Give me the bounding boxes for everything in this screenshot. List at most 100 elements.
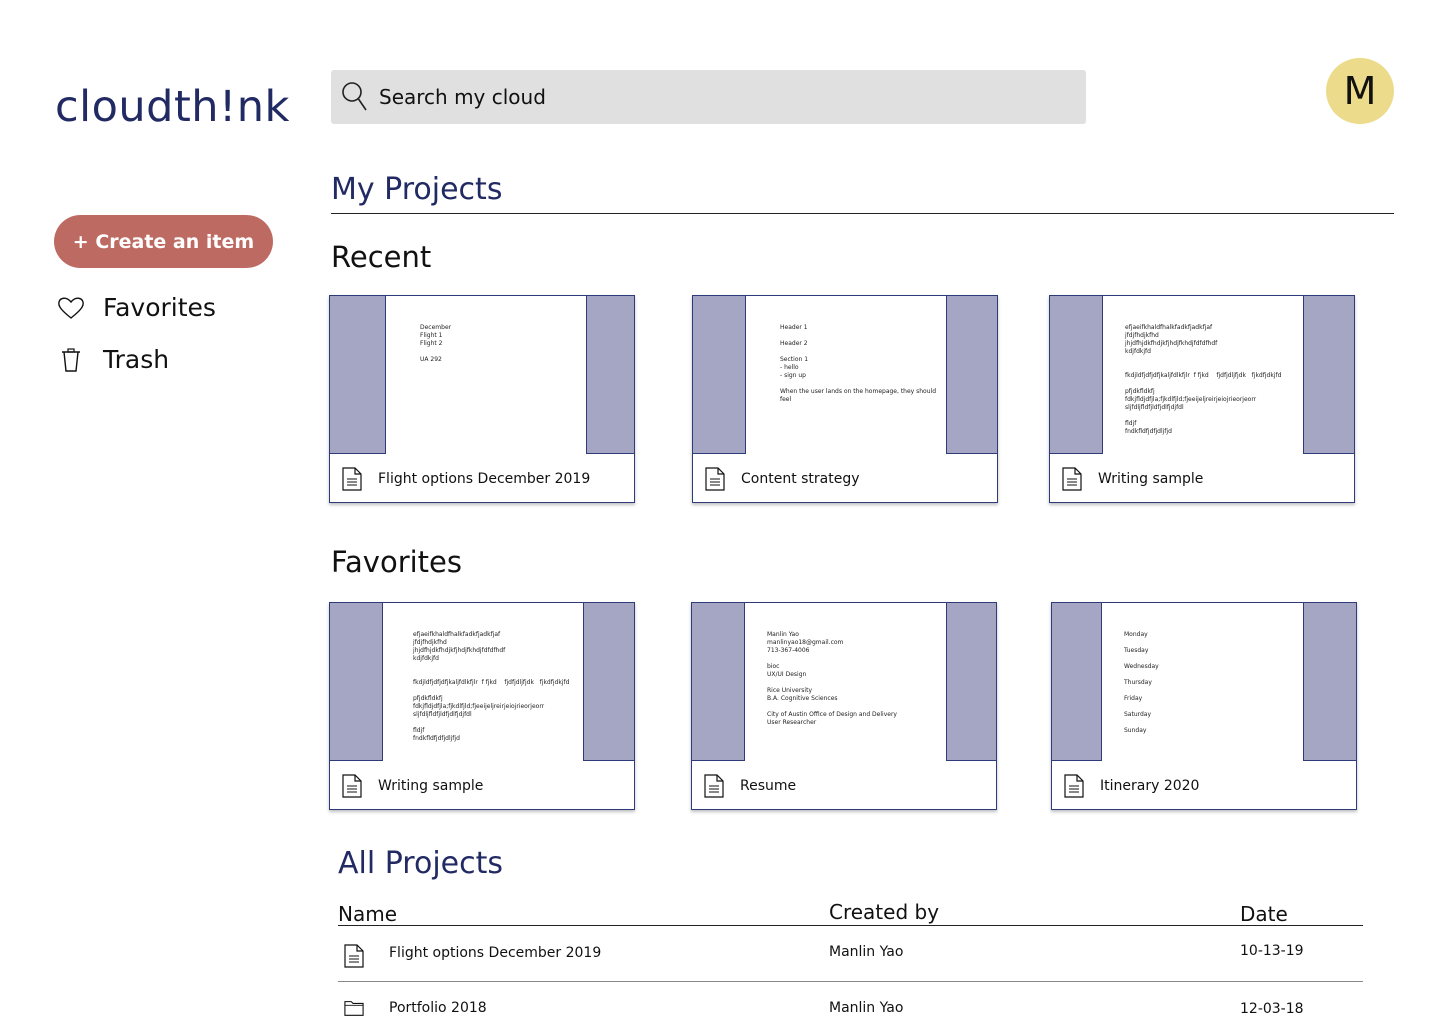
column-header-name[interactable]: Name <box>338 902 397 926</box>
preview-line <box>413 687 575 695</box>
preview-line <box>780 380 912 388</box>
preview-line <box>1124 687 1269 695</box>
sidebar-item-label: Favorites <box>103 293 216 322</box>
preview-line: UA 292 <box>420 356 442 363</box>
preview-line: fndkfldfjdfjdljfjd <box>413 735 460 742</box>
preview-line <box>1125 364 1293 372</box>
preview-line: jhjdfhjdkfhdjkfjhdjfkhdjfdfdfhdf <box>413 647 506 654</box>
card-label: Writing sample <box>330 761 634 810</box>
row-created-by: Manlin Yao <box>829 944 904 960</box>
favorites-heading: Favorites <box>331 545 462 579</box>
document-thumbnail: efjaeifkhaldfhalkfadkfjadkfjaf jfdjfhdjkf… <box>1050 296 1354 454</box>
preview-line: Tuesday <box>1124 647 1149 654</box>
search-icon <box>342 82 367 111</box>
preview-line: jfdjfhdjkfhd <box>1125 332 1159 339</box>
preview-line: Friday <box>1124 695 1143 702</box>
preview-line <box>413 663 575 671</box>
search-bar[interactable] <box>331 70 1086 124</box>
document-icon <box>705 466 725 491</box>
preview-line <box>767 655 912 663</box>
document-preview: Manlin Yao manlinyao18@gmail.com 713-367-4… <box>744 603 947 761</box>
preview-line: Thursday <box>1124 679 1152 686</box>
preview-line: Saturday <box>1124 711 1152 718</box>
row-name: Portfolio 2018 <box>389 1000 487 1016</box>
card-label: Flight options December 2019 <box>330 454 634 503</box>
row-created-by: Manlin Yao <box>829 1000 904 1016</box>
preview-line: December <box>420 324 452 331</box>
preview-line <box>767 679 912 687</box>
preview-line <box>420 348 552 356</box>
preview-line: Header 2 <box>780 340 808 347</box>
favorite-card[interactable]: efjaeifkhaldfhalkfadkfjadkfjaf jfdjfhdjkf… <box>329 602 635 810</box>
preview-line: When the user lands on the homepage, the… <box>780 388 936 395</box>
column-header-created-by[interactable]: Created by <box>829 900 939 924</box>
document-icon <box>342 773 362 798</box>
preview-line: Flight 2 <box>420 340 443 347</box>
document-preview: efjaeifkhaldfhalkfadkfjadkfjaf jfdjfhdjkf… <box>382 603 584 761</box>
create-item-button[interactable]: + Create an item <box>54 215 273 268</box>
sidebar-item-favorites[interactable]: Favorites <box>57 293 216 322</box>
document-icon <box>342 466 362 491</box>
document-icon <box>704 773 724 798</box>
preview-line: City of Austin Office of Design and Deli… <box>767 711 897 718</box>
preview-line: efjaeifkhaldfhalkfadkfjadkfjaf <box>413 631 501 638</box>
preview-line <box>1124 671 1269 679</box>
preview-line <box>1124 639 1269 647</box>
heart-icon <box>58 297 84 319</box>
card-title: Writing sample <box>378 777 484 794</box>
recent-card[interactable]: Header 1 Header 2 Section 1- hello - sign u… <box>692 295 998 503</box>
preview-line: jfdjfhdjkfhd <box>413 639 447 646</box>
preview-line: Manlin Yao <box>767 631 799 638</box>
sidebar-item-label: Trash <box>103 345 170 374</box>
card-title: Flight options December 2019 <box>378 470 591 487</box>
document-preview: Monday Tuesday Wednesday Thursday Friday Satu… <box>1101 603 1304 761</box>
recent-card[interactable]: December Flight 1 Flight 2 UA 292 Flight op… <box>329 295 635 503</box>
avatar[interactable]: M <box>1326 58 1394 124</box>
app-logo[interactable]: cloudth!nk <box>55 82 290 132</box>
all-projects-heading: All Projects <box>338 846 503 881</box>
preview-line: Monday <box>1124 631 1148 638</box>
preview-line: Rice University <box>767 687 812 694</box>
column-header-date[interactable]: Date <box>1240 902 1288 926</box>
row-divider <box>338 981 1363 982</box>
document-thumbnail: Manlin Yao manlinyao18@gmail.com 713-367-4… <box>692 603 996 761</box>
preview-line: pfjdkfldkfj <box>1125 388 1155 395</box>
preview-line: kdjfdkjfd <box>413 655 439 662</box>
divider <box>331 213 1394 214</box>
search-input[interactable] <box>379 85 1059 109</box>
folder-icon <box>344 1001 364 1016</box>
preview-line: pfjdkfldkfj <box>413 695 443 702</box>
card-label: Itinerary 2020 <box>1052 761 1356 810</box>
preview-line: User Researcher <box>767 719 817 726</box>
row-date: 12-03-18 <box>1240 1001 1304 1017</box>
preview-line <box>1125 412 1293 420</box>
sidebar-item-trash[interactable]: Trash <box>57 345 169 374</box>
recent-card[interactable]: efjaeifkhaldfhalkfadkfjadkfjaf jfdjfhdjkf… <box>1049 295 1355 503</box>
preview-line: jhjdfhjdkfhdjkfjhdjfkhdjfdfdfhdf <box>1125 340 1218 347</box>
document-icon <box>1064 773 1084 798</box>
preview-line <box>780 348 912 356</box>
document-thumbnail: Header 1 Header 2 Section 1- hello - sign u… <box>693 296 997 454</box>
document-thumbnail: efjaeifkhaldfhalkfadkfjadkfjaf jfdjfhdjkf… <box>330 603 634 761</box>
card-title: Content strategy <box>741 470 860 487</box>
document-icon <box>1062 466 1082 491</box>
preview-line: Header 1 <box>780 324 808 331</box>
document-thumbnail: Monday Tuesday Wednesday Thursday Friday Satu… <box>1052 603 1356 761</box>
preview-line: B.A. Cognitive Sciences <box>767 695 838 702</box>
preview-line: fkdjldfjdfjdfjkaljfdlkfjlr f fjkd fjdfjd… <box>1125 372 1282 379</box>
favorite-card[interactable]: Manlin Yao manlinyao18@gmail.com 713-367-4… <box>691 602 997 810</box>
card-title: Resume <box>740 777 797 794</box>
preview-line: efjaeifkhaldfhalkfadkfjadkfjaf <box>1125 324 1213 331</box>
document-preview: Header 1 Header 2 Section 1- hello - sign u… <box>745 296 947 454</box>
preview-line <box>1124 655 1269 663</box>
favorite-card[interactable]: Monday Tuesday Wednesday Thursday Friday Satu… <box>1051 602 1357 810</box>
card-title: Itinerary 2020 <box>1100 777 1200 794</box>
preview-line: kdjfdkjfd <box>1125 348 1151 355</box>
preview-line: fndkfldfjdfjdljfjd <box>1125 428 1172 435</box>
card-title: Writing sample <box>1098 470 1204 487</box>
trash-icon <box>62 347 80 372</box>
document-preview: efjaeifkhaldfhalkfadkfjadkfjaf jfdjfhdjkf… <box>1102 296 1304 454</box>
page-title: My Projects <box>331 172 503 207</box>
preview-line: UX/UI Design <box>767 671 807 678</box>
preview-line <box>1124 719 1269 727</box>
